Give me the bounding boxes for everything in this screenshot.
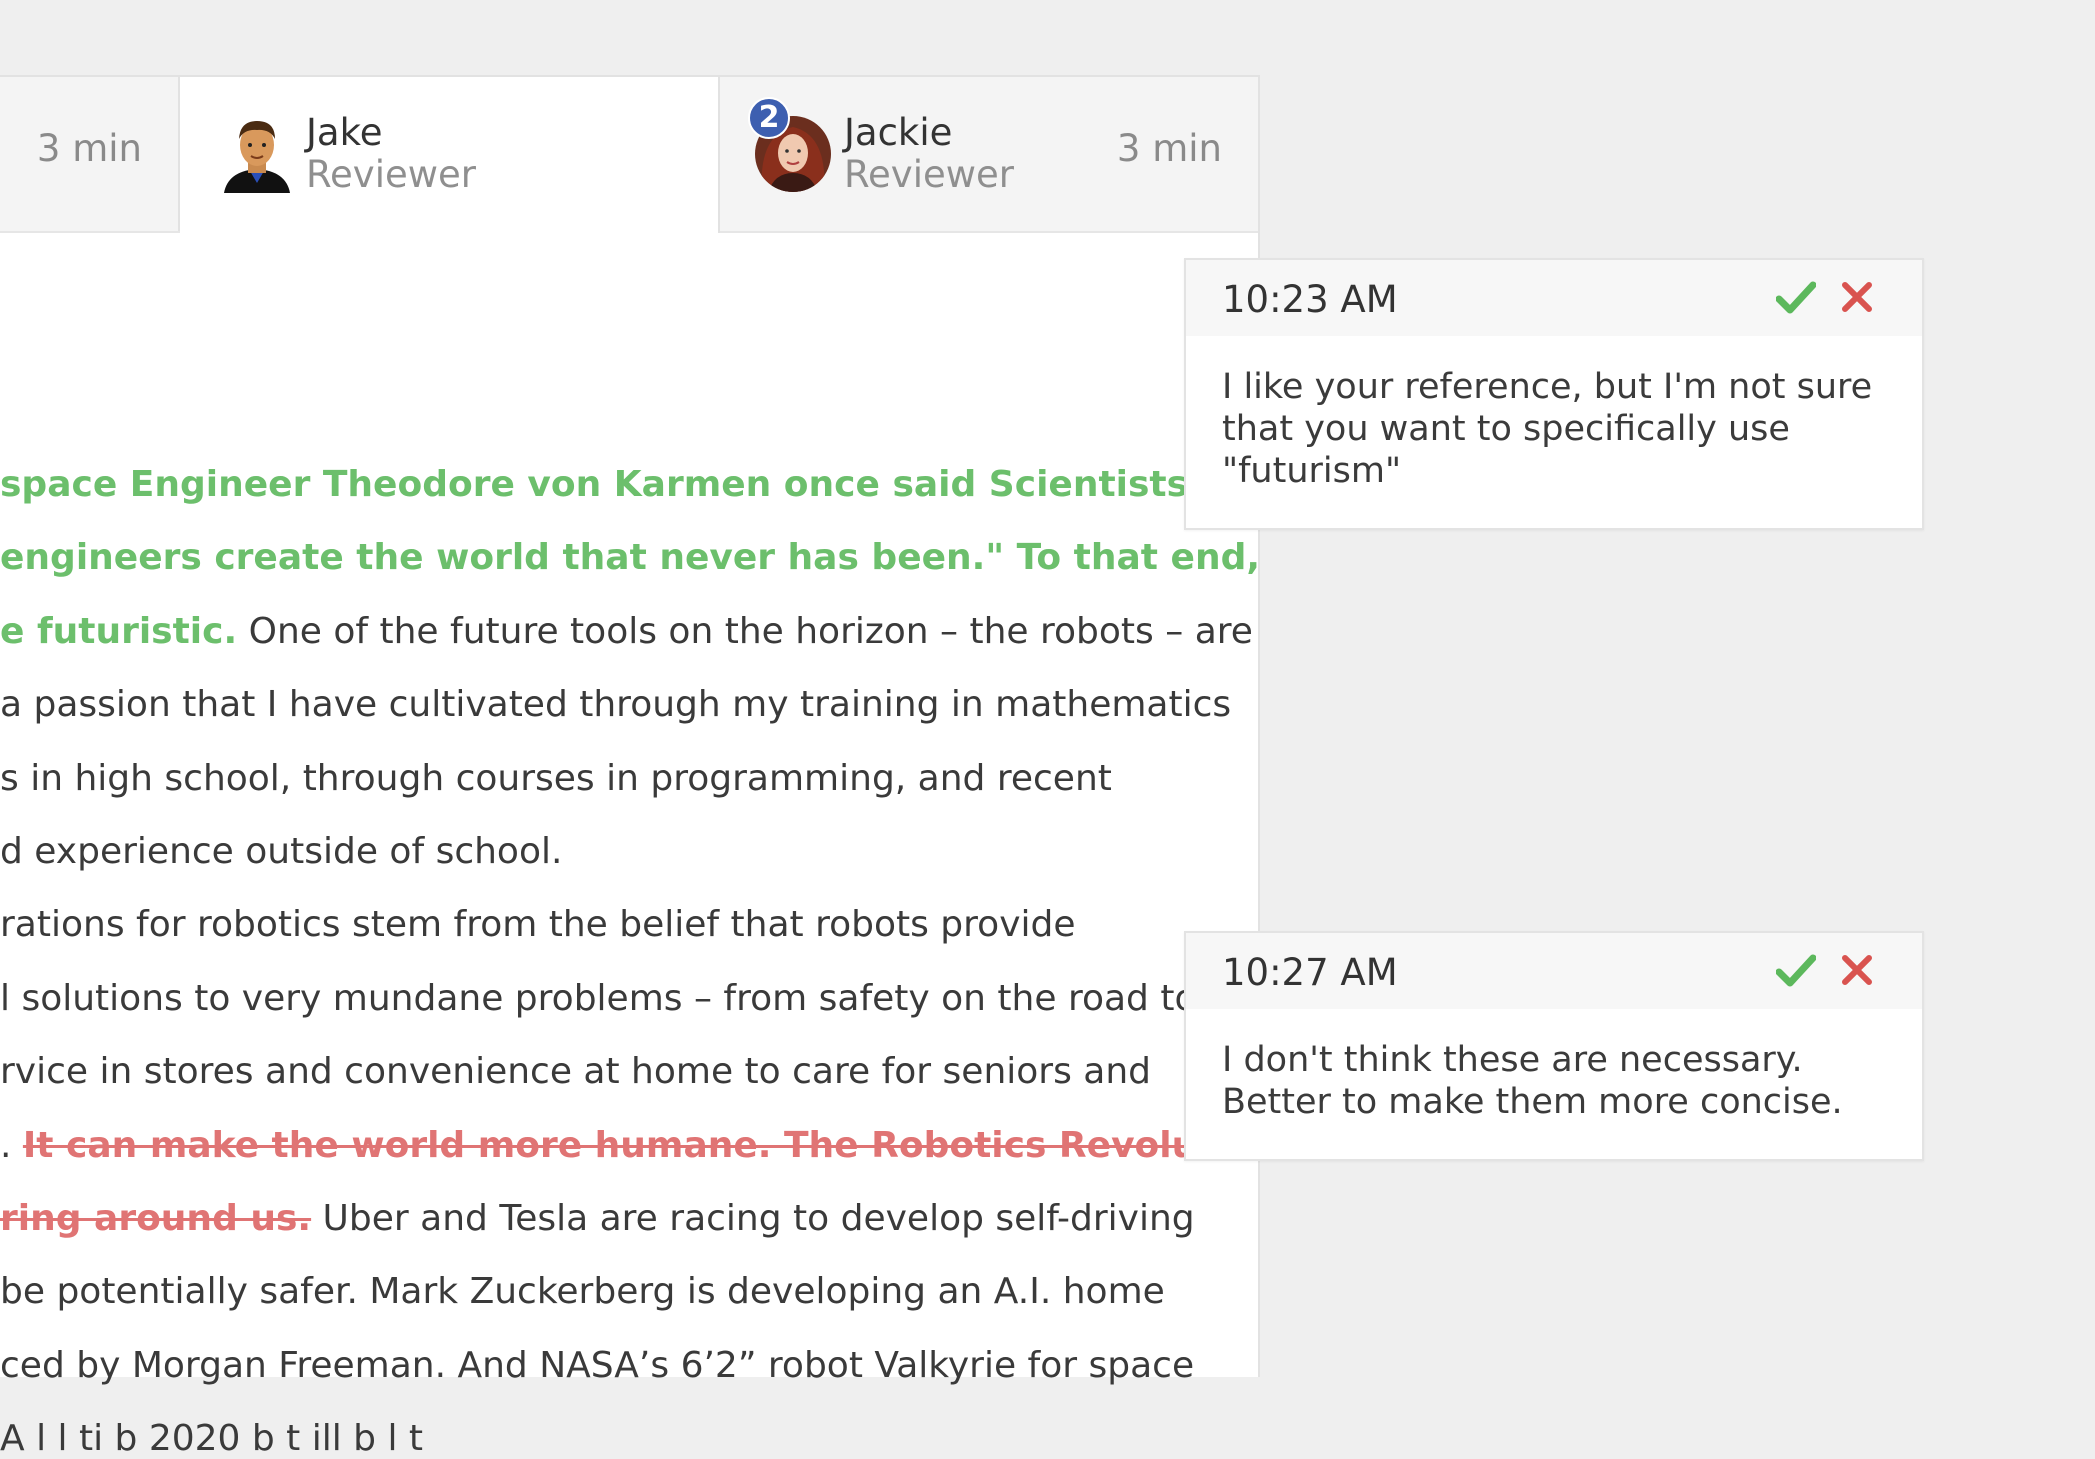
document-line: engineers create the world that never ha… — [0, 537, 1260, 578]
comment-time: 10:23 AM — [1222, 278, 1398, 321]
tab-time: 3 min — [36, 127, 142, 170]
document-panel: 3 min Jake Reviewer 2 Jackie Reviewer 3 … — [0, 75, 1394, 1459]
document-line: A l l ti b 2020 b t ill b l t — [0, 1418, 423, 1459]
reviewer-name: Jake — [306, 111, 383, 154]
reviewer-role: Reviewer — [844, 153, 1014, 196]
tab-time: 3 min — [1116, 127, 1222, 170]
document-line: rations for robotics stem from the belie… — [0, 904, 1076, 945]
document-line: a passion that I have cultivated through… — [0, 684, 1231, 725]
body-text: be potentially safer. Mark Zuckerberg is… — [0, 1271, 1165, 1313]
document-line: d experience outside of school. — [0, 831, 562, 872]
comment-header: 10:23 AM — [1186, 260, 1922, 336]
body-text: A l l ti b 2020 b t ill b l t — [0, 1418, 424, 1459]
document-line: e futuristic. One of the future tools on… — [0, 611, 1253, 652]
reject-close-icon[interactable] — [1840, 953, 1874, 987]
body-text: Uber and Tesla are racing to develop sel… — [311, 1198, 1195, 1239]
body-text: a passion that I have cultivated through… — [0, 684, 1232, 726]
reviewer-tabs: 3 min Jake Reviewer 2 Jackie Reviewer 3 … — [0, 77, 1258, 233]
tab-previous-reviewer[interactable]: 3 min — [0, 77, 180, 231]
document-line: . It can make the world more humane. The… — [0, 1125, 1323, 1166]
body-text: d experience outside of school. — [0, 831, 563, 872]
accept-check-icon[interactable] — [1776, 953, 1816, 989]
tab-jackie[interactable]: 2 Jackie Reviewer 3 min — [720, 77, 1258, 231]
inserted-text: e futuristic. — [0, 610, 238, 652]
body-text: . — [0, 1124, 23, 1166]
reviewer-role: Reviewer — [306, 153, 476, 196]
body-text: s in high school, through courses in pro… — [0, 757, 1112, 799]
deleted-text: ring around us. — [0, 1198, 312, 1239]
document-line: be potentially safer. Mark Zuckerberg is… — [0, 1271, 1165, 1312]
tab-jake[interactable]: Jake Reviewer — [180, 77, 720, 233]
jake-avatar — [224, 121, 290, 193]
reviewer-name: Jackie — [844, 111, 953, 154]
reject-close-icon[interactable] — [1840, 280, 1874, 314]
body-text: ced by Morgan Freeman. And NASA’s 6’2” r… — [0, 1344, 1195, 1386]
inserted-text: engineers create the world that never ha… — [0, 537, 1261, 579]
comment-card: 10:27 AM I don't think these are necessa… — [1184, 931, 1924, 1161]
deleted-text: It can make the world more humane. The R… — [22, 1124, 1324, 1166]
document-line: rvice in stores and convenience at home … — [0, 1051, 1151, 1092]
notification-badge: 2 — [748, 97, 790, 139]
comment-text: I like your reference, but I'm not sure … — [1222, 367, 1873, 491]
body-text: One of the future tools on the horizon –… — [237, 610, 1253, 652]
body-text: rvice in stores and convenience at home … — [0, 1051, 1152, 1093]
document-line: s in high school, through courses in pro… — [0, 758, 1112, 799]
comment-text: I don't think these are necessary. Bette… — [1222, 1040, 1843, 1122]
comment-header: 10:27 AM — [1186, 933, 1922, 1009]
accept-check-icon[interactable] — [1776, 280, 1816, 316]
document-line: l solutions to very mundane problems – f… — [0, 978, 1196, 1019]
body-text: l solutions to very mundane problems – f… — [0, 977, 1197, 1019]
document-line: ced by Morgan Freeman. And NASA’s 6’2” r… — [0, 1345, 1194, 1386]
comment-card: 10:23 AM I like your reference, but I'm … — [1184, 258, 1924, 530]
document-line: ring around us. Uber and Tesla are racin… — [0, 1198, 1195, 1239]
body-text: rations for robotics stem from the belie… — [0, 904, 1076, 946]
comment-time: 10:27 AM — [1222, 951, 1398, 994]
